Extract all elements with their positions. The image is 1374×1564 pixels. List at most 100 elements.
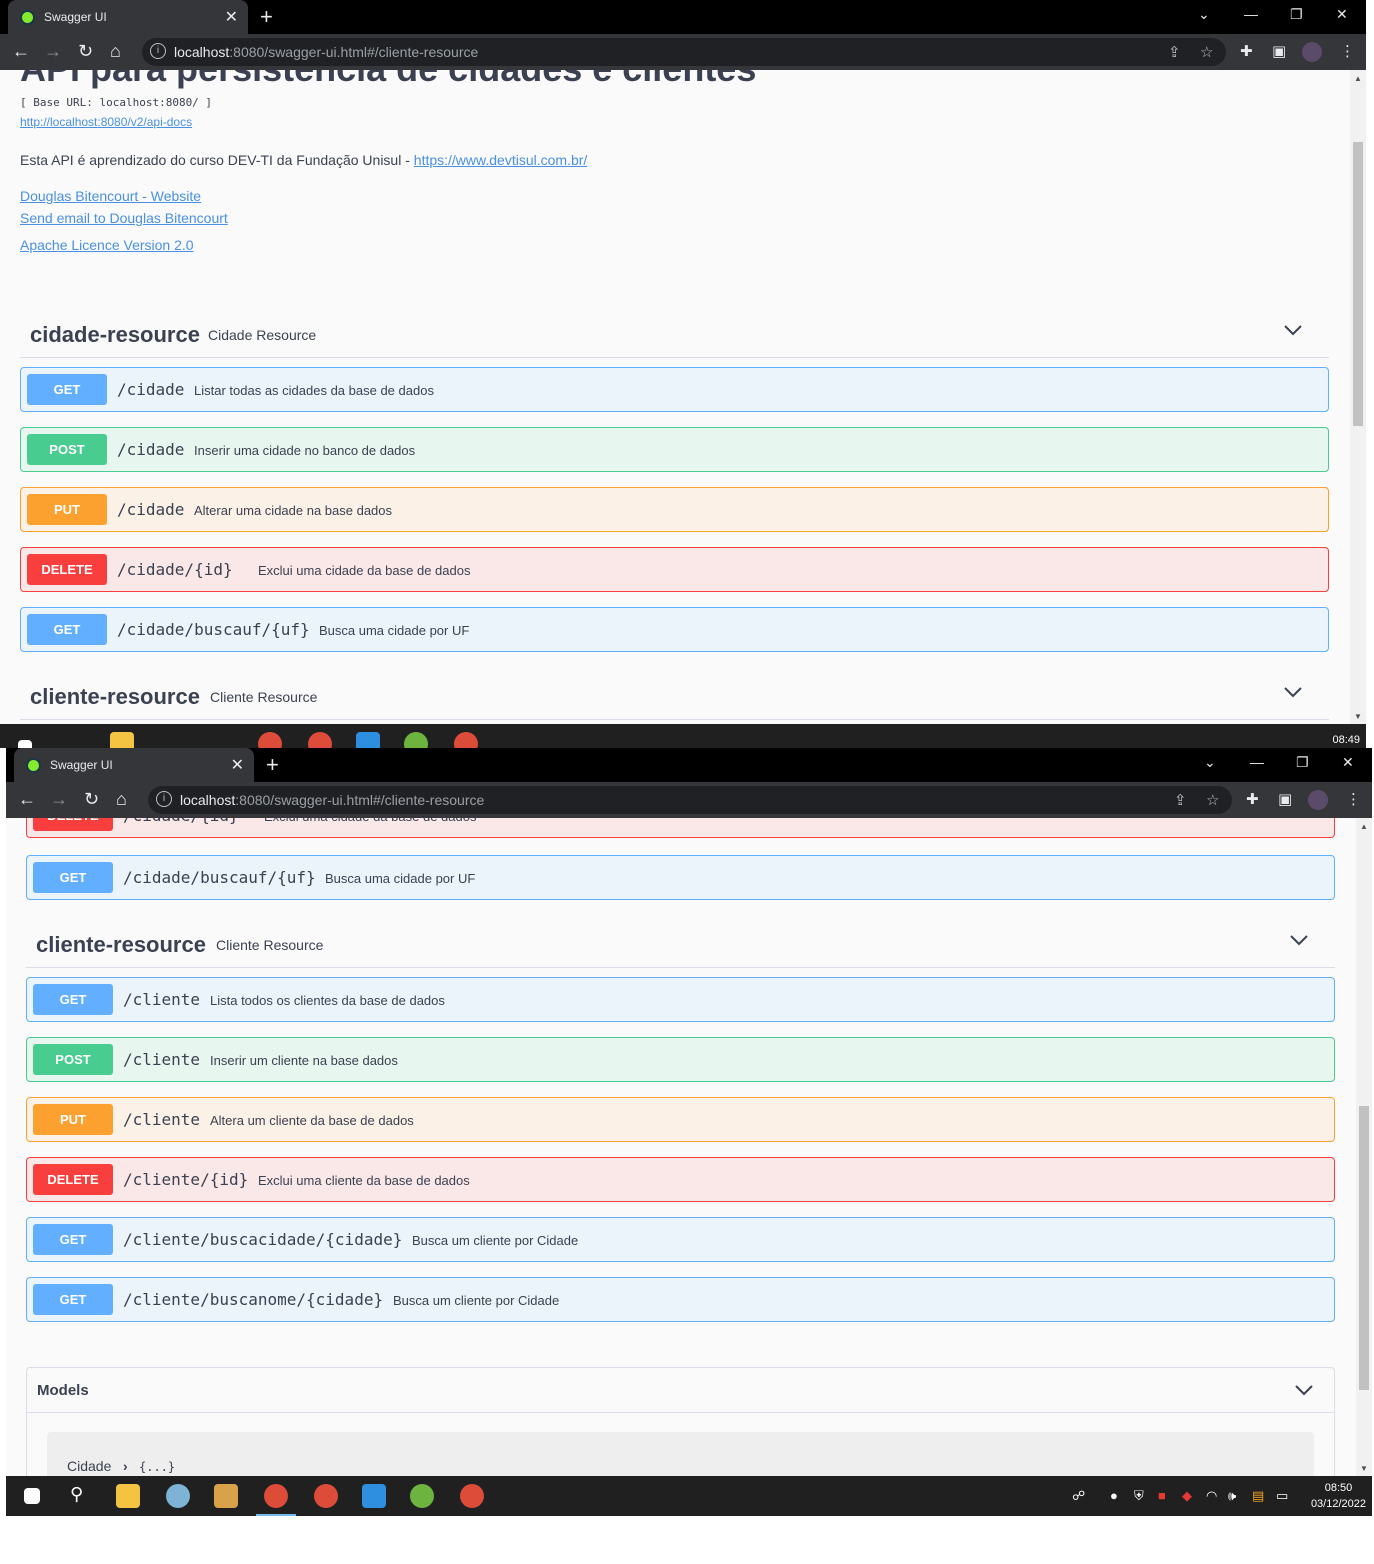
spring-tools-icon[interactable] bbox=[410, 1484, 434, 1508]
contact-website-link[interactable]: Douglas Bitencourt - Website bbox=[20, 188, 201, 204]
profile-avatar[interactable] bbox=[1308, 790, 1328, 810]
models-title[interactable]: Models bbox=[37, 1382, 89, 1399]
windows-start-icon[interactable] bbox=[18, 740, 32, 748]
scroll-up-arrow-icon[interactable]: ▲ bbox=[1354, 74, 1362, 83]
scrollbar-thumb[interactable] bbox=[1359, 1106, 1369, 1390]
new-tab-button[interactable]: + bbox=[260, 4, 273, 30]
chevron-down-icon[interactable] bbox=[1283, 320, 1303, 340]
tag-cliente-resource[interactable]: cliente-resource Cliente Resource bbox=[26, 922, 1335, 968]
address-bar[interactable]: i localhost:8080/swagger-ui.html#/client… bbox=[142, 38, 1226, 66]
search-icon[interactable]: ⚲ bbox=[70, 1484, 83, 1505]
tab-search-icon[interactable]: ⌄ bbox=[1204, 754, 1216, 771]
model-container[interactable]: Cidade › {...} bbox=[47, 1432, 1314, 1476]
browser-tab[interactable]: Swagger UI ✕ bbox=[8, 0, 248, 34]
chevron-down-icon[interactable] bbox=[1289, 930, 1309, 950]
operation-get-cidade-buscauf[interactable]: GET /cidade/buscauf/{uf} Busca uma cidad… bbox=[20, 607, 1329, 652]
share-icon[interactable]: ⇪ bbox=[1174, 791, 1187, 809]
security-icon[interactable]: ⛨ bbox=[1134, 1488, 1144, 1504]
new-tab-button[interactable]: + bbox=[266, 752, 279, 778]
operation-delete-cidade[interactable]: DELETE /cidade/{id} Exclui uma cidade da… bbox=[20, 547, 1329, 592]
media-player-icon[interactable] bbox=[214, 1484, 238, 1508]
scroll-down-arrow-icon[interactable]: ▼ bbox=[1354, 712, 1362, 721]
scroll-up-arrow-icon[interactable]: ▲ bbox=[1360, 822, 1368, 831]
people-icon[interactable]: ☍ bbox=[1072, 1488, 1085, 1504]
chevron-right-icon[interactable]: › bbox=[123, 1458, 128, 1474]
api-docs-link[interactable]: http://localhost:8080/v2/api-docs bbox=[20, 115, 192, 129]
bookmark-star-icon[interactable]: ☆ bbox=[1206, 791, 1219, 809]
scrollbar-thumb[interactable] bbox=[1353, 142, 1363, 426]
file-explorer-icon[interactable] bbox=[116, 1484, 140, 1508]
chrome-tray-icon[interactable]: ● bbox=[1110, 1488, 1118, 1503]
share-icon[interactable]: ⇪ bbox=[1168, 43, 1181, 61]
forward-arrow-icon[interactable]: → bbox=[50, 789, 68, 810]
operation-get-cidade[interactable]: GET /cidade Listar todas as cidades da b… bbox=[20, 367, 1329, 412]
home-icon[interactable]: ⌂ bbox=[110, 41, 121, 62]
operation-delete-cidade[interactable]: DELETE /cidade/{id} Exclui uma cidade da… bbox=[26, 818, 1335, 838]
site-info-icon[interactable]: i bbox=[156, 791, 172, 807]
close-tab-icon[interactable]: ✕ bbox=[231, 755, 244, 775]
page-scrollbar[interactable]: ▲ ▼ bbox=[1350, 70, 1366, 724]
chrome-icon[interactable] bbox=[314, 1484, 338, 1508]
taskbar-clock[interactable]: 08:50 03/12/2022 bbox=[1311, 1480, 1366, 1512]
operation-post-cliente[interactable]: POST /cliente Inserir um cliente na base… bbox=[26, 1037, 1335, 1082]
notification-app-icon[interactable]: ▤ bbox=[1252, 1488, 1264, 1504]
taskbar-clock[interactable]: 08:49 bbox=[1332, 732, 1360, 748]
tag-cliente-resource[interactable]: cliente-resource Cliente Resource bbox=[20, 674, 1329, 720]
chrome-icon[interactable] bbox=[454, 732, 478, 748]
operation-get-cliente-buscacidade[interactable]: GET /cliente/buscacidade/{cidade} Busca … bbox=[26, 1217, 1335, 1262]
profile-avatar[interactable] bbox=[1302, 42, 1322, 62]
model-name[interactable]: Cidade bbox=[67, 1458, 111, 1474]
chevron-down-icon[interactable] bbox=[1294, 1380, 1314, 1400]
minimize-button[interactable]: — bbox=[1244, 6, 1258, 22]
restore-button[interactable]: ❐ bbox=[1296, 754, 1309, 771]
operation-post-cidade[interactable]: POST /cidade Inserir uma cidade no banco… bbox=[20, 427, 1329, 472]
wifi-icon[interactable]: ◠ bbox=[1206, 1488, 1217, 1504]
extensions-icon[interactable]: ✚ bbox=[1246, 790, 1259, 808]
vscode-icon[interactable] bbox=[362, 1484, 386, 1508]
chrome-icon[interactable] bbox=[460, 1484, 484, 1508]
licence-link[interactable]: Apache Licence Version 2.0 bbox=[20, 237, 194, 253]
tag-cidade-resource[interactable]: cidade-resource Cidade Resource bbox=[20, 312, 1329, 358]
operation-put-cidade[interactable]: PUT /cidade Alterar uma cidade na base d… bbox=[20, 487, 1329, 532]
chrome-icon[interactable] bbox=[258, 732, 282, 748]
address-bar[interactable]: i localhost:8080/swagger-ui.html#/client… bbox=[148, 786, 1232, 814]
devtisul-link[interactable]: https://www.devtisul.com.br/ bbox=[414, 152, 588, 168]
chrome-icon[interactable] bbox=[264, 1484, 288, 1508]
file-explorer-icon[interactable] bbox=[110, 732, 134, 748]
reload-icon[interactable]: ↻ bbox=[78, 41, 93, 62]
operation-delete-cliente[interactable]: DELETE /cliente/{id} Exclui uma cliente … bbox=[26, 1157, 1335, 1202]
side-panel-icon[interactable]: ▣ bbox=[1272, 42, 1286, 60]
chrome-icon[interactable] bbox=[308, 732, 332, 748]
chevron-down-icon[interactable] bbox=[1283, 682, 1303, 702]
restore-button[interactable]: ❐ bbox=[1290, 6, 1303, 23]
site-info-icon[interactable]: i bbox=[150, 43, 166, 59]
minimize-button[interactable]: — bbox=[1250, 754, 1264, 770]
close-window-button[interactable]: ✕ bbox=[1342, 754, 1354, 771]
operation-get-cidade-buscauf[interactable]: GET /cidade/buscauf/{uf} Busca uma cidad… bbox=[26, 855, 1335, 900]
back-arrow-icon[interactable]: ← bbox=[12, 41, 30, 62]
home-icon[interactable]: ⌂ bbox=[116, 789, 127, 810]
volume-icon[interactable]: 🕪 bbox=[1228, 1488, 1236, 1504]
operation-get-cliente[interactable]: GET /cliente Lista todos os clientes da … bbox=[26, 977, 1335, 1022]
page-scrollbar[interactable]: ▲ ▼ bbox=[1356, 818, 1372, 1476]
close-window-button[interactable]: ✕ bbox=[1336, 6, 1348, 23]
anydesk-icon[interactable]: ◆ bbox=[1182, 1488, 1192, 1504]
close-tab-icon[interactable]: ✕ bbox=[225, 7, 238, 27]
paint-icon[interactable] bbox=[166, 1484, 190, 1508]
operation-put-cliente[interactable]: PUT /cliente Altera um cliente da base d… bbox=[26, 1097, 1335, 1142]
bookmark-star-icon[interactable]: ☆ bbox=[1200, 43, 1213, 61]
acrobat-icon[interactable]: ■ bbox=[1158, 1488, 1166, 1503]
windows-start-icon[interactable] bbox=[24, 1488, 40, 1504]
extensions-icon[interactable]: ✚ bbox=[1240, 42, 1253, 60]
browser-tab[interactable]: Swagger UI ✕ bbox=[14, 748, 254, 782]
back-arrow-icon[interactable]: ← bbox=[18, 789, 36, 810]
forward-arrow-icon[interactable]: → bbox=[44, 41, 62, 62]
contact-email-link[interactable]: Send email to Douglas Bitencourt bbox=[20, 210, 228, 226]
vscode-icon[interactable] bbox=[356, 732, 380, 748]
scroll-down-arrow-icon[interactable]: ▼ bbox=[1360, 1464, 1368, 1473]
battery-icon[interactable]: ▭ bbox=[1276, 1488, 1288, 1504]
spring-tools-icon[interactable] bbox=[404, 732, 428, 748]
side-panel-icon[interactable]: ▣ bbox=[1278, 790, 1292, 808]
tab-search-icon[interactable]: ⌄ bbox=[1198, 6, 1210, 23]
reload-icon[interactable]: ↻ bbox=[84, 789, 99, 810]
